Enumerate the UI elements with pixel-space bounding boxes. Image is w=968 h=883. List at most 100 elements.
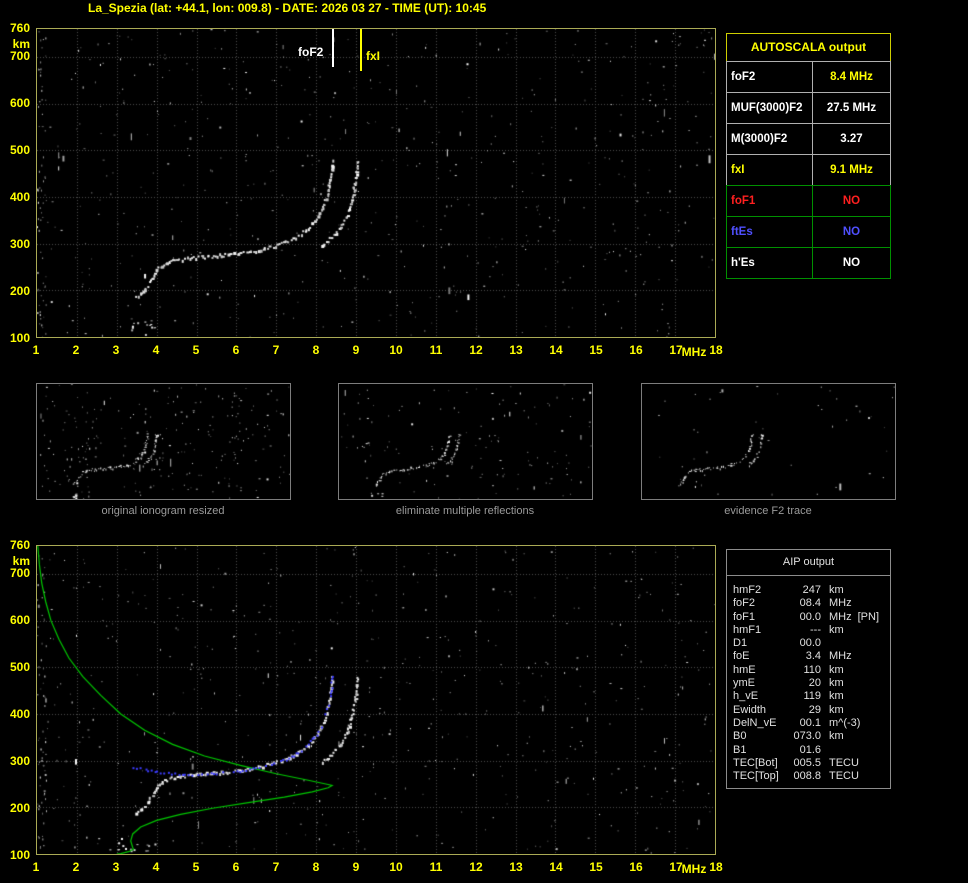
aip-param-name: foE [733,650,750,663]
aip-row-TEC[Top]: TEC[Top] 008.8 TECU [733,770,886,783]
foF2-marker-line [332,29,334,67]
x-tick-top-2: 2 [72,343,80,357]
y-axis-unit-top: km [12,37,30,51]
aip-param-value: 073.0 [793,730,821,743]
aip-param-value: 119 [803,690,821,703]
aip-row-D1: D1 00.0 [733,637,886,650]
x-tick-bottom-3: 3 [112,860,120,874]
aip-param-value: 110 [803,663,821,676]
aip-param-value: --- [810,623,821,636]
autoscala-param-label: MUF(3000)F2 [727,93,813,123]
x-tick-top-18: 18 [709,343,723,357]
x-tick-bottom-12: 12 [469,860,483,874]
y-tick-top-400: 400 [9,190,30,205]
aip-param-value: 08.4 [799,597,821,610]
fxI-marker-line [360,29,362,71]
aip-row-B1: B1 01.6 [733,744,886,757]
autoscala-row-M(3000)F2: M(3000)F2 3.27 [726,123,891,155]
fxI-marker-label: fxI [366,49,381,63]
y-tick-bottom-100: 100 [9,848,30,862]
aip-param-unit: MHz [829,597,852,610]
thumbnail-evidence-f2 [641,383,896,500]
y-tick-top-100: 100 [9,331,30,345]
y-tick-bottom-300: 300 [9,754,30,769]
thumbnail-caption-eliminate: eliminate multiple reflections [395,505,535,517]
x-tick-bottom-16: 16 [629,860,643,874]
aip-param-name: h_vE [733,690,759,703]
aip-param-value: 3.4 [805,650,821,663]
aip-table-rows: hmF2 247 km foF2 08.4 MHz foF1 00.0 MHz [PN] hmF1 -… [727,576,890,783]
autoscala-param-value: NO [842,195,861,207]
x-tick-bottom-6: 6 [232,860,240,874]
aip-row-Ewidth: Ewidth 29 km [733,704,886,717]
y-tick-top-300: 300 [9,237,30,252]
autoscala-param-value: 3.27 [840,133,863,145]
y-tick-top-500: 500 [9,143,30,158]
aip-row-hmE: hmE 110 km [733,664,886,677]
aip-row-DelN_vE: DelN_vE 00.1 m^(-3) [733,717,886,730]
aip-param-value: 008.8 [793,770,821,783]
x-tick-top-12: 12 [469,343,483,357]
aip-row-B0: B0 073.0 km [733,730,886,743]
aip-param-name: TEC[Bot] [733,756,778,769]
x-tick-bottom-7: 7 [272,860,280,874]
aip-row-hmF1: hmF1 --- km [733,624,886,637]
ionogram-profile-panel [36,545,716,855]
x-tick-top-1: 1 [32,343,40,357]
autoscala-param-value: 8.4 MHz [830,71,873,83]
aip-param-unit: km [829,584,844,596]
aip-param-value: 20 [808,677,821,690]
aip-param-name: B1 [733,743,747,756]
autoscala-param-label: fxI [727,155,813,185]
autoscala-param-label: ftEs [727,217,813,247]
ionogram-main-canvas [37,29,715,337]
x-tick-top-13: 13 [509,343,523,357]
autoscala-param-label: foF2 [727,62,813,92]
x-tick-bottom-4: 4 [152,860,160,874]
autoscala-output-table: AUTOSCALA output foF2 8.4 MHz MUF(3000)F2 2… [726,33,891,279]
aip-param-unit: km [829,730,844,743]
x-tick-bottom-9: 9 [352,860,360,874]
x-tick-top-3: 3 [112,343,120,357]
station-header: La_Spezia (lat: +44.1, lon: 009.8) - DAT… [88,1,487,15]
aip-row-foF2: foF2 08.4 MHz [733,597,886,610]
x-tick-top-4: 4 [152,343,160,357]
x-tick-top-7: 7 [272,343,280,357]
autoscala-row-foF2: foF2 8.4 MHz [726,61,891,93]
aip-param-value: 29 [808,703,821,716]
aip-param-value: 00.0 [799,610,821,623]
aip-param-name: TEC[Top] [733,770,779,783]
y-tick-bottom-400: 400 [9,707,30,722]
aip-param-name: foF2 [733,597,756,610]
aip-row-hmF2: hmF2 247 km [733,584,886,597]
aip-param-name: B0 [733,730,747,743]
y-tick-top-760: 760 [9,21,30,35]
aip-param-name: hmF1 [733,623,762,636]
y-tick-bottom-500: 500 [9,660,30,675]
aip-row-TEC[Bot]: TEC[Bot] 005.5 TECU [733,757,886,770]
thumbnail-evidence-canvas [642,384,895,499]
foF2-marker-label: foF2 [298,45,324,59]
aip-param-name: ymE [733,677,755,690]
x-tick-bottom-14: 14 [549,860,563,874]
thumbnail-eliminate-reflections [338,383,593,500]
x-tick-top-15: 15 [589,343,603,357]
aip-param-name: Ewidth [733,703,767,716]
aip-param-unit: km [829,623,844,636]
x-axis-unit-top: MHz [681,345,707,359]
x-tick-bottom-5: 5 [192,860,200,874]
ionogram-profile-canvas [37,546,715,854]
aip-row-ymE: ymE 20 km [733,677,886,690]
aip-param-unit: MHz [829,610,852,623]
aip-param-value: 00.0 [799,637,821,650]
x-tick-top-14: 14 [549,343,563,357]
x-tick-bottom-8: 8 [312,860,320,874]
y-tick-bottom-700: 700 [9,566,30,581]
aip-param-value: 005.5 [793,756,821,769]
ionogram-main-panel: foF2 fxI [36,28,716,338]
aip-param-value: 00.1 [799,716,821,729]
y-tick-top-700: 700 [9,49,30,64]
aip-param-unit: TECU [829,756,859,769]
aip-param-name: D1 [733,637,748,650]
aip-param-value: 247 [802,584,821,596]
